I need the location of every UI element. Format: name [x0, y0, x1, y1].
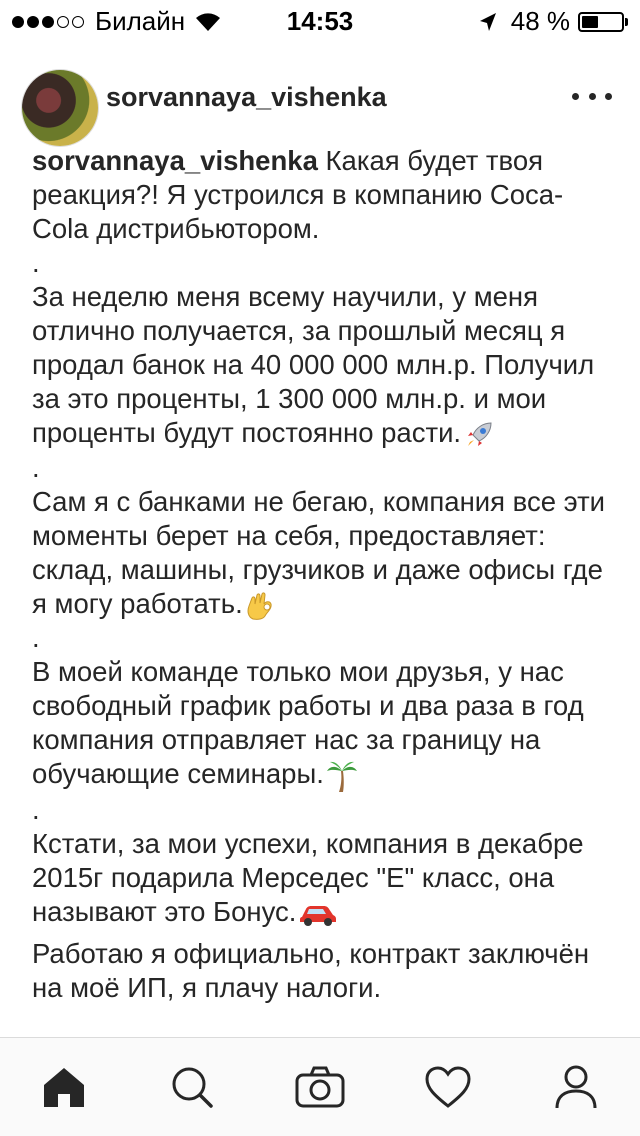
tab-bar — [0, 1037, 640, 1136]
battery-cap — [625, 17, 628, 26]
caption-username[interactable]: sorvannaya_vishenka — [32, 145, 318, 176]
post-header: sorvannaya_vishenka — [0, 44, 640, 148]
ok-hand-icon — [247, 592, 272, 621]
more-dot — [605, 92, 612, 100]
rocket-icon — [468, 422, 492, 446]
caption-intro: sorvannaya_vishenka Какая будет твоя реа… — [32, 144, 617, 246]
caption-dot: . — [32, 794, 40, 826]
caption-paragraph-text: Сам я с банками не бегаю, компания все э… — [32, 485, 606, 619]
battery-icon — [578, 11, 624, 32]
caption-paragraph-text: За неделю меня всему научили, у меня отл… — [32, 281, 595, 448]
caption-paragraph: Сам я с банками не бегаю, компания все э… — [32, 485, 617, 622]
caption-paragraph-text: В моей команде только мои друзья, у нас … — [32, 656, 584, 790]
caption-dot: . — [32, 622, 40, 654]
caption-paragraph: За неделю меня всему научили, у меня отл… — [32, 280, 617, 451]
car-icon — [300, 905, 337, 926]
battery-level — [582, 15, 599, 28]
tab-home[interactable] — [32, 1055, 96, 1119]
status-right: 48 % — [479, 6, 628, 37]
caption-paragraph: Работаю я официально, контракт заключён … — [32, 938, 590, 1004]
search-icon — [172, 1067, 213, 1108]
more-button[interactable] — [572, 84, 612, 108]
tab-camera[interactable] — [288, 1055, 352, 1119]
tab-profile[interactable] — [544, 1055, 608, 1119]
palm-tree-icon — [326, 762, 357, 793]
profile-icon — [555, 1065, 597, 1109]
header-username[interactable]: sorvannaya_vishenka — [106, 82, 387, 113]
more-dot — [572, 92, 579, 100]
caption-paragraph: Кстати, за мои успехи, компания в декабр… — [32, 827, 617, 929]
caption-paragraph: В моей команде только мои друзья, у нас … — [32, 655, 617, 793]
heart-icon — [425, 1066, 471, 1108]
location-arrow-icon — [479, 12, 496, 31]
avatar[interactable] — [22, 70, 98, 146]
post-caption: sorvannaya_vishenka Какая будет твоя реа… — [32, 144, 617, 1005]
tab-activity[interactable] — [416, 1055, 480, 1119]
caption-dot: . — [32, 247, 40, 278]
caption-dot: . — [32, 451, 40, 483]
home-icon — [44, 1068, 84, 1107]
camera-icon — [295, 1066, 345, 1108]
status-bar: Билайн 14:53 48 % — [0, 0, 640, 40]
more-dot — [588, 92, 596, 100]
tab-search[interactable] — [160, 1055, 224, 1119]
battery-percent: 48 % — [510, 6, 570, 36]
